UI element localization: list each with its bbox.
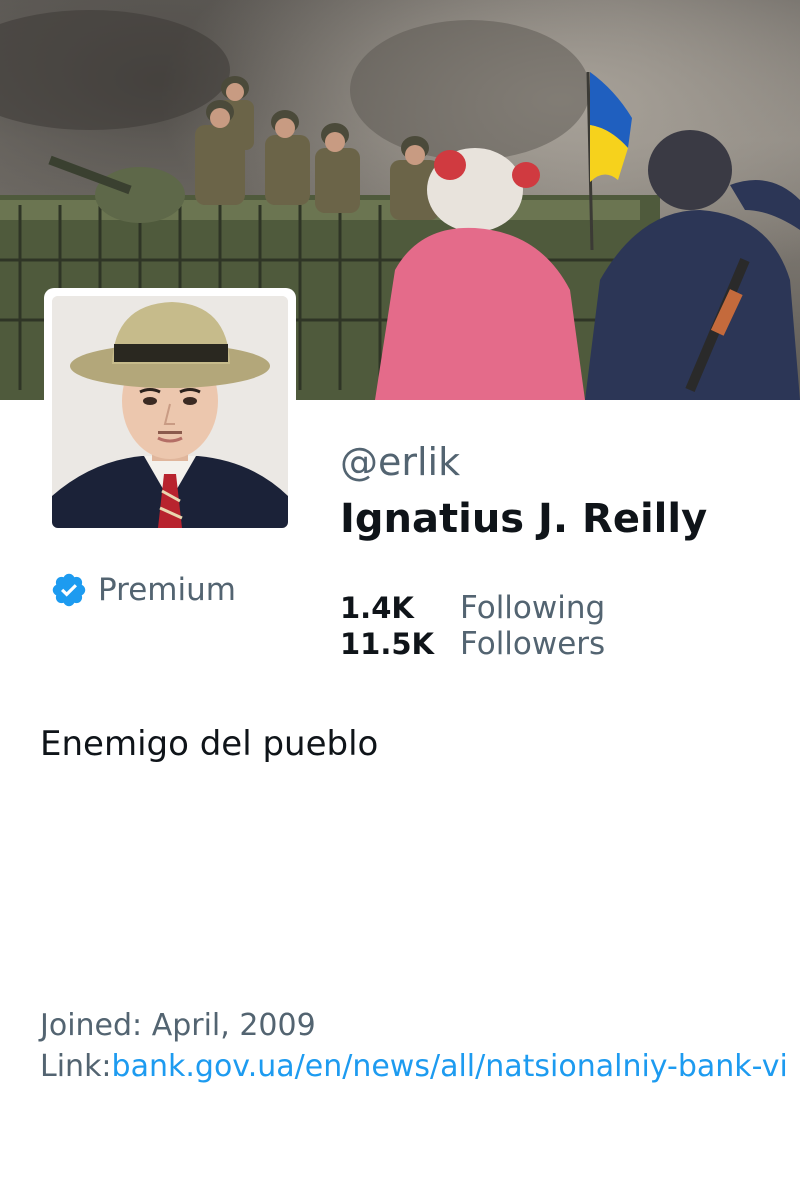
following-label[interactable]: Following <box>460 590 605 626</box>
profile-link[interactable]: bank.gov.ua/en/news/all/natsionalniy-ban… <box>112 1049 788 1084</box>
followers-label[interactable]: Followers <box>460 626 605 662</box>
followers-count[interactable]: 11.5K <box>340 626 460 662</box>
premium-badge[interactable]: Premium <box>50 570 236 610</box>
avatar-photo <box>52 296 288 528</box>
premium-label: Premium <box>98 572 236 608</box>
profile-link-row: Link:bank.gov.ua/en/news/all/natsionalni… <box>40 1049 800 1084</box>
following-count[interactable]: 1.4K <box>340 590 460 626</box>
avatar[interactable] <box>52 296 288 528</box>
link-label: Link: <box>40 1049 112 1084</box>
verified-badge-icon <box>50 571 88 609</box>
profile-stats: 1.4K Following 11.5K Followers <box>340 590 605 662</box>
profile-bio: Enemigo del pueblo <box>40 724 379 764</box>
joined-date: Joined: April, 2009 <box>40 1008 316 1043</box>
avatar-frame[interactable] <box>44 288 296 536</box>
profile-handle: @erlik <box>340 440 461 484</box>
profile-display-name: Ignatius J. Reilly <box>340 496 708 542</box>
